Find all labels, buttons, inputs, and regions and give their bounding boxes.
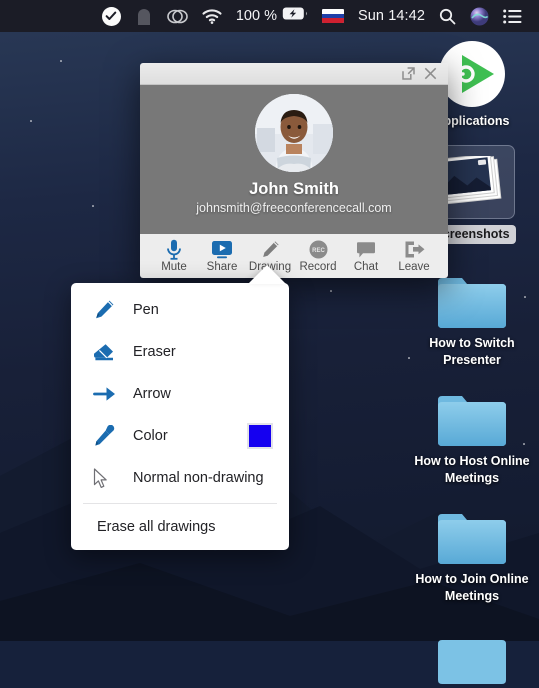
search-icon[interactable] bbox=[432, 0, 463, 32]
lock-icon[interactable] bbox=[128, 0, 160, 32]
desktop-icon-how-to-join-online-meetings[interactable]: How to Join Online Meetings bbox=[412, 508, 532, 605]
expand-icon[interactable] bbox=[397, 64, 419, 83]
chat-button[interactable]: Chat bbox=[343, 239, 389, 273]
leave-label: Leave bbox=[398, 261, 430, 273]
cursor-icon bbox=[93, 467, 123, 489]
user-photo-avatar bbox=[255, 94, 333, 172]
exit-icon bbox=[404, 239, 425, 260]
battery-status[interactable]: 100 % bbox=[229, 0, 315, 32]
desktop-icon-partial-bottom[interactable] bbox=[412, 628, 532, 688]
record-button[interactable]: REC Record bbox=[295, 239, 341, 273]
screen-share-icon bbox=[211, 239, 233, 260]
popup-pointer bbox=[248, 265, 286, 284]
chat-label: Chat bbox=[353, 261, 379, 273]
close-icon[interactable] bbox=[419, 64, 441, 83]
eyedropper-icon bbox=[93, 425, 123, 447]
chat-bubble-icon bbox=[356, 239, 376, 260]
avatar bbox=[255, 94, 333, 172]
window-titlebar[interactable] bbox=[140, 63, 448, 85]
desktop-icon-label: How to Switch Presenter bbox=[429, 336, 515, 367]
pencil-icon bbox=[260, 239, 280, 260]
color-swatch[interactable] bbox=[247, 423, 273, 449]
menu-item-eraser[interactable]: Eraser bbox=[71, 331, 289, 373]
folder-icon bbox=[438, 640, 506, 684]
menu-item-pen[interactable]: Pen bbox=[71, 289, 289, 331]
conference-call-window: John Smith johnsmith@freeconferencecall.… bbox=[140, 63, 448, 278]
menu-item-label: Erase all drawings bbox=[97, 519, 216, 535]
record-label: Record bbox=[299, 261, 337, 273]
menu-item-label: Arrow bbox=[133, 386, 171, 402]
arrow-icon bbox=[93, 385, 123, 403]
folder-icon bbox=[438, 396, 506, 446]
call-toolbar: Mute Share Drawing REC Record Chat Leave bbox=[140, 234, 448, 278]
eraser-icon bbox=[93, 342, 123, 362]
creative-cloud-icon[interactable] bbox=[160, 0, 195, 32]
desktop-icon-how-to-switch-presenter[interactable]: How to Switch Presenter bbox=[412, 272, 532, 369]
microphone-icon bbox=[166, 239, 182, 260]
pen-icon bbox=[93, 299, 123, 321]
mute-button[interactable]: Mute bbox=[151, 239, 197, 273]
menu-item-normal-non-drawing[interactable]: Normal non-drawing bbox=[71, 457, 289, 499]
battery-percent-label: 100 % bbox=[235, 8, 277, 24]
desktop-icon-how-to-host-online-meetings[interactable]: How to Host Online Meetings bbox=[412, 390, 532, 487]
participant-name: John Smith bbox=[249, 180, 339, 198]
menu-item-label: Normal non-drawing bbox=[133, 470, 264, 486]
menu-item-label: Pen bbox=[133, 302, 159, 318]
menu-item-arrow[interactable]: Arrow bbox=[71, 373, 289, 415]
participant-email: johnsmith@freeconferencecall.com bbox=[196, 201, 392, 215]
desktop-icon-label: How to Host Online Meetings bbox=[414, 454, 530, 485]
menu-item-label: Eraser bbox=[133, 344, 176, 360]
list-icon[interactable] bbox=[496, 0, 529, 32]
menu-bar: 100 % Sun 14:42 bbox=[0, 0, 539, 32]
menu-item-label: Color bbox=[133, 428, 168, 444]
menu-item-erase-all-drawings[interactable]: Erase all drawings bbox=[71, 504, 289, 550]
russia-flag-icon[interactable] bbox=[315, 0, 351, 32]
folder-icon bbox=[438, 278, 506, 328]
check-badge-icon[interactable] bbox=[95, 0, 128, 32]
clock-label: Sun 14:42 bbox=[357, 8, 425, 24]
desktop-icon-label: How to Join Online Meetings bbox=[415, 572, 529, 603]
call-video-stage: John Smith johnsmith@freeconferencecall.… bbox=[140, 85, 448, 234]
menu-item-color[interactable]: Color bbox=[71, 415, 289, 457]
share-button[interactable]: Share bbox=[199, 239, 245, 273]
clock[interactable]: Sun 14:42 bbox=[351, 0, 432, 32]
siri-icon[interactable] bbox=[463, 0, 496, 32]
folder-icon bbox=[438, 514, 506, 564]
share-label: Share bbox=[206, 261, 238, 273]
record-icon: REC bbox=[309, 239, 328, 260]
leave-button[interactable]: Leave bbox=[391, 239, 437, 273]
wifi-icon[interactable] bbox=[195, 0, 229, 32]
drawing-menu: Pen Eraser Arrow Color Normal non-drawin… bbox=[71, 283, 289, 550]
svg-text:REC: REC bbox=[312, 248, 325, 254]
mute-label: Mute bbox=[161, 261, 187, 273]
battery-charging-icon bbox=[282, 6, 308, 26]
